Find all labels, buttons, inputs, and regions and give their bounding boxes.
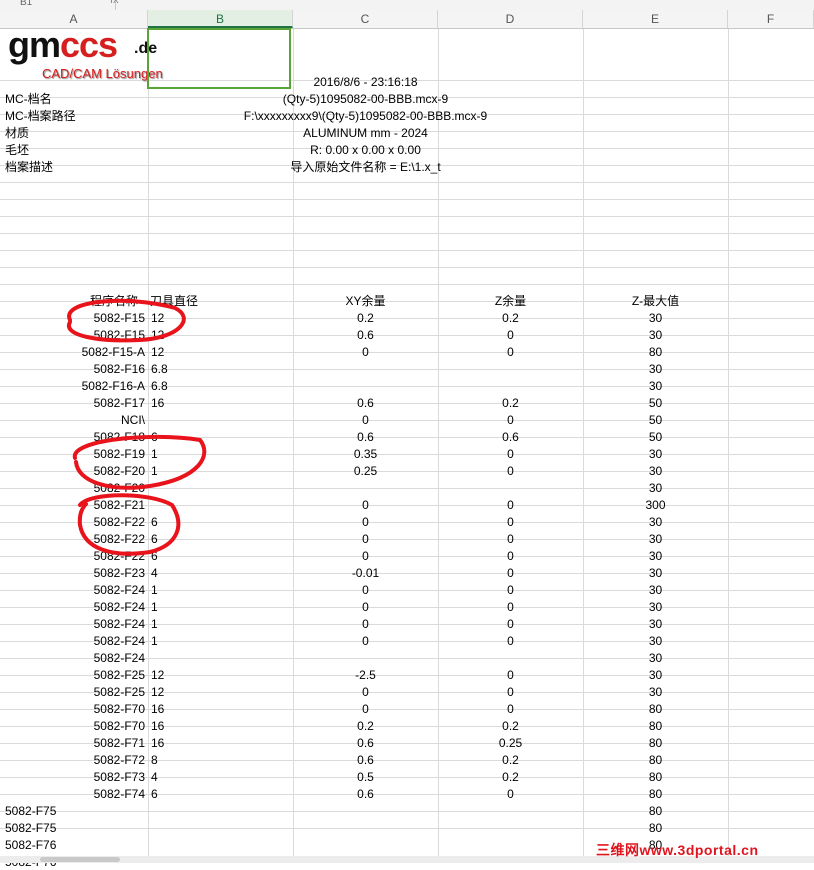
red-circle-annotation-1 <box>66 298 186 343</box>
red-circle-annotation-2 <box>72 434 207 490</box>
site-watermark: 三维网www.3dportal.cn <box>596 842 759 858</box>
red-circle-annotation-3 <box>77 493 181 556</box>
annotation-layer <box>66 298 207 556</box>
scrollbar-thumb[interactable] <box>40 857 120 862</box>
